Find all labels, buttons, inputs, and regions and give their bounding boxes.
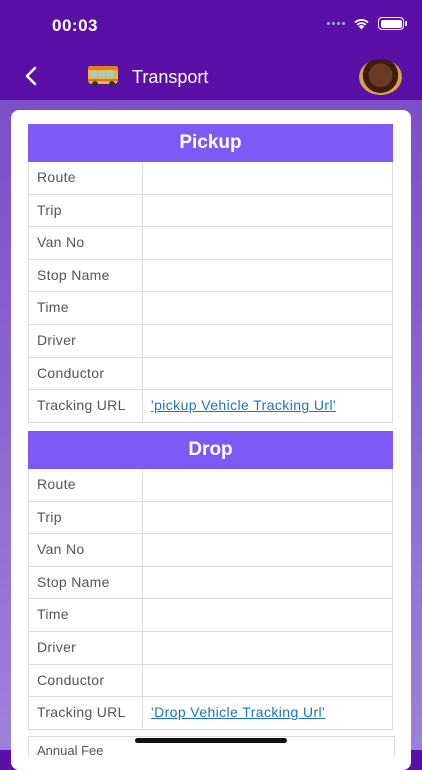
row-label: Driver xyxy=(29,324,143,357)
pickup-header: Pickup xyxy=(28,124,393,162)
row-label: Van No xyxy=(29,227,143,259)
table-row: Stop Name xyxy=(28,566,393,600)
row-value: 'Drop Vehicle Tracking Url' xyxy=(143,697,392,729)
row-label: Time xyxy=(29,599,143,631)
row-label: Tracking URL xyxy=(29,697,143,729)
status-icons xyxy=(327,17,407,30)
row-label: Stop Name xyxy=(29,566,143,599)
wifi-icon xyxy=(354,19,369,30)
row-label: Route xyxy=(29,162,143,194)
row-label: Tracking URL xyxy=(29,390,143,422)
row-value xyxy=(143,325,392,357)
drop-header: Drop xyxy=(28,431,393,469)
row-label: Trip xyxy=(29,194,143,227)
row-value xyxy=(143,358,392,390)
row-value xyxy=(143,567,392,599)
table-row: Time xyxy=(28,599,393,632)
row-value xyxy=(143,632,392,664)
pickup-table: Pickup Route Trip Van No Stop Name Time … xyxy=(28,124,393,423)
content-card: Pickup Route Trip Van No Stop Name Time … xyxy=(11,110,411,770)
row-label: Time xyxy=(29,292,143,324)
table-row: Trip xyxy=(28,501,393,535)
row-value xyxy=(143,292,392,324)
bus-icon xyxy=(88,66,118,87)
row-value xyxy=(143,534,392,566)
table-row: Conductor xyxy=(28,664,393,698)
drop-tracking-link[interactable]: 'Drop Vehicle Tracking Url' xyxy=(151,704,325,720)
annual-fee-label: Annual Fee xyxy=(37,743,104,758)
table-row: Tracking URL 'pickup Vehicle Tracking Ur… xyxy=(28,390,393,423)
page-title: Transport xyxy=(132,67,209,87)
table-row: Van No xyxy=(28,227,393,260)
row-label: Driver xyxy=(29,631,143,664)
row-value xyxy=(143,195,392,227)
table-row: Driver xyxy=(28,324,393,358)
home-indicator xyxy=(135,738,287,743)
table-row: Route xyxy=(28,162,393,195)
back-button[interactable] xyxy=(18,62,46,90)
row-value xyxy=(143,599,392,631)
table-row: Route xyxy=(28,469,393,502)
table-row: Tracking URL 'Drop Vehicle Tracking Url' xyxy=(28,697,393,730)
status-bar: 00:03 xyxy=(0,0,422,50)
signal-icon xyxy=(327,22,345,25)
row-label: Trip xyxy=(29,501,143,534)
avatar[interactable] xyxy=(359,59,402,95)
battery-icon xyxy=(378,17,407,30)
row-label: Route xyxy=(29,469,143,501)
row-value: 'pickup Vehicle Tracking Url' xyxy=(143,390,392,422)
table-row: Trip xyxy=(28,194,393,228)
row-value xyxy=(143,665,392,697)
row-value xyxy=(143,502,392,534)
row-value xyxy=(143,260,392,292)
status-time: 00:03 xyxy=(52,16,98,35)
pickup-tracking-link[interactable]: 'pickup Vehicle Tracking Url' xyxy=(151,397,336,413)
row-value xyxy=(143,162,392,194)
row-label: Van No xyxy=(29,534,143,566)
drop-table: Drop Route Trip Van No Stop Name Time Dr… xyxy=(28,431,393,730)
row-label: Conductor xyxy=(29,664,143,697)
row-value xyxy=(143,469,392,501)
table-row: Van No xyxy=(28,534,393,567)
app-bar: Transport xyxy=(0,50,422,102)
table-row: Driver xyxy=(28,631,393,665)
row-label: Conductor xyxy=(29,357,143,390)
row-value xyxy=(143,227,392,259)
table-row: Time xyxy=(28,292,393,325)
table-row: Conductor xyxy=(28,357,393,391)
table-row: Stop Name xyxy=(28,259,393,293)
row-label: Stop Name xyxy=(29,259,143,292)
